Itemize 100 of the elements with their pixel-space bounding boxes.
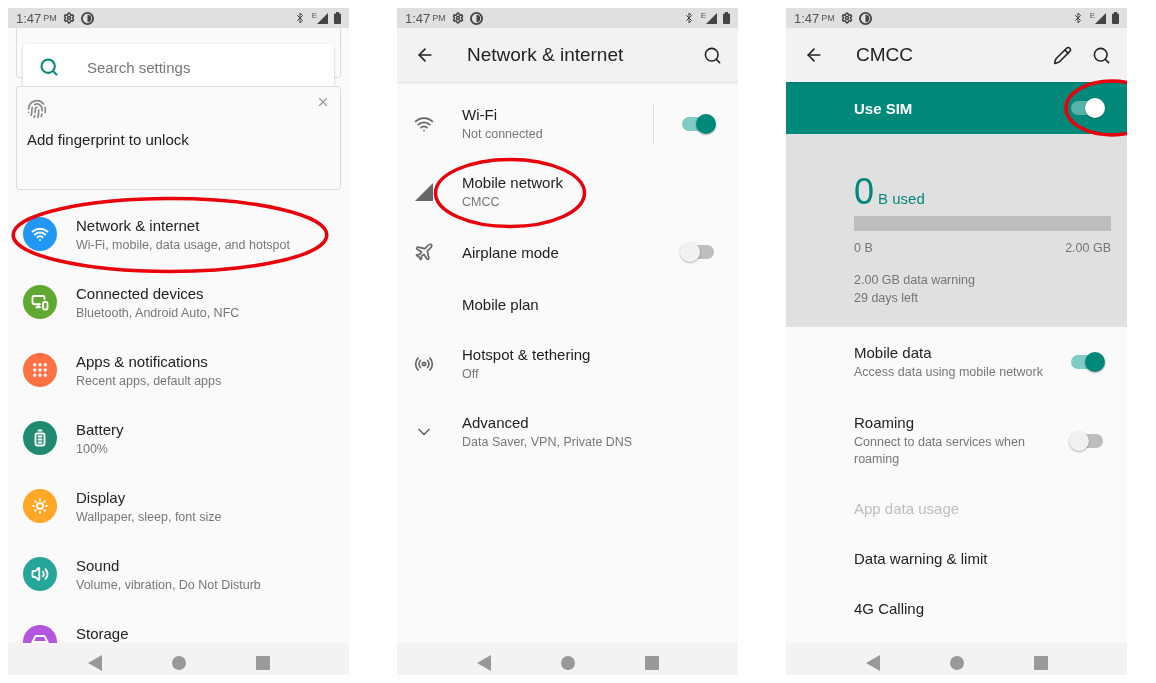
- battery-icon: [334, 12, 341, 24]
- item-subtitle: 100%: [76, 441, 109, 458]
- settings-item[interactable]: Data warning & limit: [786, 533, 1127, 584]
- home-icon[interactable]: [560, 656, 575, 670]
- half-circle-icon: [469, 11, 483, 25]
- item-title: Mobile plan: [462, 295, 540, 313]
- signal-icon: [317, 12, 328, 24]
- item-subtitle: Not connected: [462, 125, 544, 143]
- search-icon: [39, 57, 59, 77]
- airplane-icon: [414, 242, 434, 262]
- item-subtitle: Wallpaper, sleep, font size: [76, 509, 222, 526]
- gear-icon: [62, 12, 75, 24]
- network-type: E: [700, 11, 706, 20]
- signal-icon: [1095, 12, 1106, 24]
- settings-item[interactable]: Advanced Data Saver, VPN, Private DNS: [397, 398, 738, 466]
- item-title: Airplane mode: [462, 243, 560, 261]
- item-subtitle: Volume, vibration, Do Not Disturb: [76, 577, 261, 594]
- gear-icon: [840, 12, 853, 24]
- half-circle-icon: [858, 11, 872, 25]
- item-title: Sound: [76, 557, 121, 574]
- item-title: Battery: [76, 421, 124, 438]
- back-icon[interactable]: [87, 655, 102, 671]
- item-title: Apps & notifications: [76, 353, 209, 370]
- toolbar-title: Network & internet: [467, 44, 625, 66]
- settings-item[interactable]: Sound Volume, vibration, Do Not Disturb: [8, 545, 349, 613]
- usage-max: 2.00 GB: [1065, 240, 1111, 257]
- suggestion-title: Add fingerprint to unlock: [27, 131, 190, 148]
- settings-item[interactable]: Mobile network CMCC: [397, 158, 738, 226]
- signal-icon: [706, 12, 717, 24]
- settings-item[interactable]: Connected devices Bluetooth, Android Auto, NFC: [8, 273, 349, 341]
- recents-icon[interactable]: [1033, 656, 1048, 670]
- toolbar-title: CMCC: [856, 44, 914, 66]
- item-title: Display: [76, 489, 127, 506]
- use-sim-label: Use SIM: [854, 99, 914, 117]
- item-title: Hotspot & tethering: [462, 345, 592, 363]
- battery-icon: [723, 12, 730, 24]
- item-title: Mobile data: [854, 344, 933, 361]
- toggle-switch[interactable]: [1069, 429, 1105, 452]
- item-subtitle: Wi-Fi, mobile, data usage, and hotspot: [76, 237, 290, 254]
- item-subtitle: Connect to data services when roaming: [854, 434, 1026, 467]
- settings-item[interactable]: Network & internet Wi-Fi, mobile, data usage, and hotspot: [8, 205, 349, 273]
- hotspot-icon: [414, 354, 434, 374]
- item-title: Connected devices: [76, 285, 205, 302]
- item-title: Mobile network: [462, 173, 564, 191]
- search-icon: [703, 45, 722, 65]
- search-field[interactable]: Search settings: [85, 57, 318, 77]
- recents-icon[interactable]: [644, 656, 659, 670]
- item-subtitle: Bluetooth, Android Auto, NFC: [76, 305, 240, 322]
- home-icon[interactable]: [949, 656, 964, 670]
- status-period: PM: [43, 13, 57, 23]
- item-title: App data usage: [854, 500, 961, 518]
- item-title: Data warning & limit: [854, 550, 989, 568]
- home-icon[interactable]: [171, 656, 186, 670]
- status-period: PM: [821, 13, 835, 23]
- status-period: PM: [432, 13, 446, 23]
- item-title: 4G Calling: [854, 600, 926, 618]
- settings-item[interactable]: Hotspot & tethering Off: [397, 330, 738, 398]
- fingerprint-icon: [27, 99, 47, 119]
- close-icon: [316, 95, 330, 109]
- toggle-switch[interactable]: [680, 113, 716, 135]
- status-time: 1:47: [16, 10, 42, 26]
- wifi-icon: [414, 114, 434, 134]
- item-subtitle: Off: [462, 365, 480, 383]
- half-circle-icon: [80, 11, 94, 25]
- settings-item[interactable]: Roaming Connect to data services when roaming: [786, 397, 1127, 484]
- item-title: Storage: [76, 625, 129, 642]
- network-type: E: [311, 11, 317, 20]
- settings-item[interactable]: Apps & notifications Recent apps, default apps: [8, 341, 349, 409]
- settings-item[interactable]: 4G Calling: [786, 583, 1127, 634]
- recents-icon[interactable]: [255, 656, 270, 670]
- toggle-switch[interactable]: [1069, 351, 1105, 374]
- settings-item[interactable]: Mobile data Access data using mobile network: [786, 327, 1127, 398]
- battery-icon: [1112, 12, 1119, 24]
- data-warning-text: 2.00 GB data warning: [854, 272, 976, 290]
- search-icon: [1092, 45, 1111, 65]
- item-subtitle: Recent apps, default apps: [76, 373, 222, 390]
- item-title: Roaming: [854, 414, 916, 432]
- item-subtitle: Access data using mobile network: [854, 364, 1044, 381]
- back-icon[interactable]: [476, 655, 491, 671]
- back-icon[interactable]: [865, 655, 880, 671]
- settings-item[interactable]: Mobile plan: [397, 278, 738, 330]
- usage-amount: 0: [854, 174, 875, 210]
- item-subtitle: Data Saver, VPN, Private DNS: [462, 433, 634, 451]
- gear-icon: [451, 12, 464, 24]
- settings-item[interactable]: Display Wallpaper, sleep, font size: [8, 477, 349, 545]
- item-title: Wi-Fi: [462, 105, 498, 123]
- usage-min: 0 B: [854, 240, 873, 257]
- status-time: 1:47: [405, 10, 431, 26]
- network-type: E: [1089, 11, 1095, 20]
- settings-item[interactable]: Battery 100%: [8, 409, 349, 477]
- days-left-text: 29 days left: [854, 290, 919, 308]
- usage-unit: B used: [878, 190, 925, 207]
- item-title: Network & internet: [76, 217, 201, 234]
- signal-icon: [415, 183, 433, 201]
- item-title: Advanced: [462, 413, 530, 431]
- settings-item[interactable]: Wi-Fi Not connected: [397, 90, 738, 158]
- toggle-switch[interactable]: [680, 241, 716, 263]
- settings-item[interactable]: Airplane mode: [397, 226, 738, 278]
- pencil-icon: [1053, 45, 1072, 65]
- status-time: 1:47: [794, 10, 820, 26]
